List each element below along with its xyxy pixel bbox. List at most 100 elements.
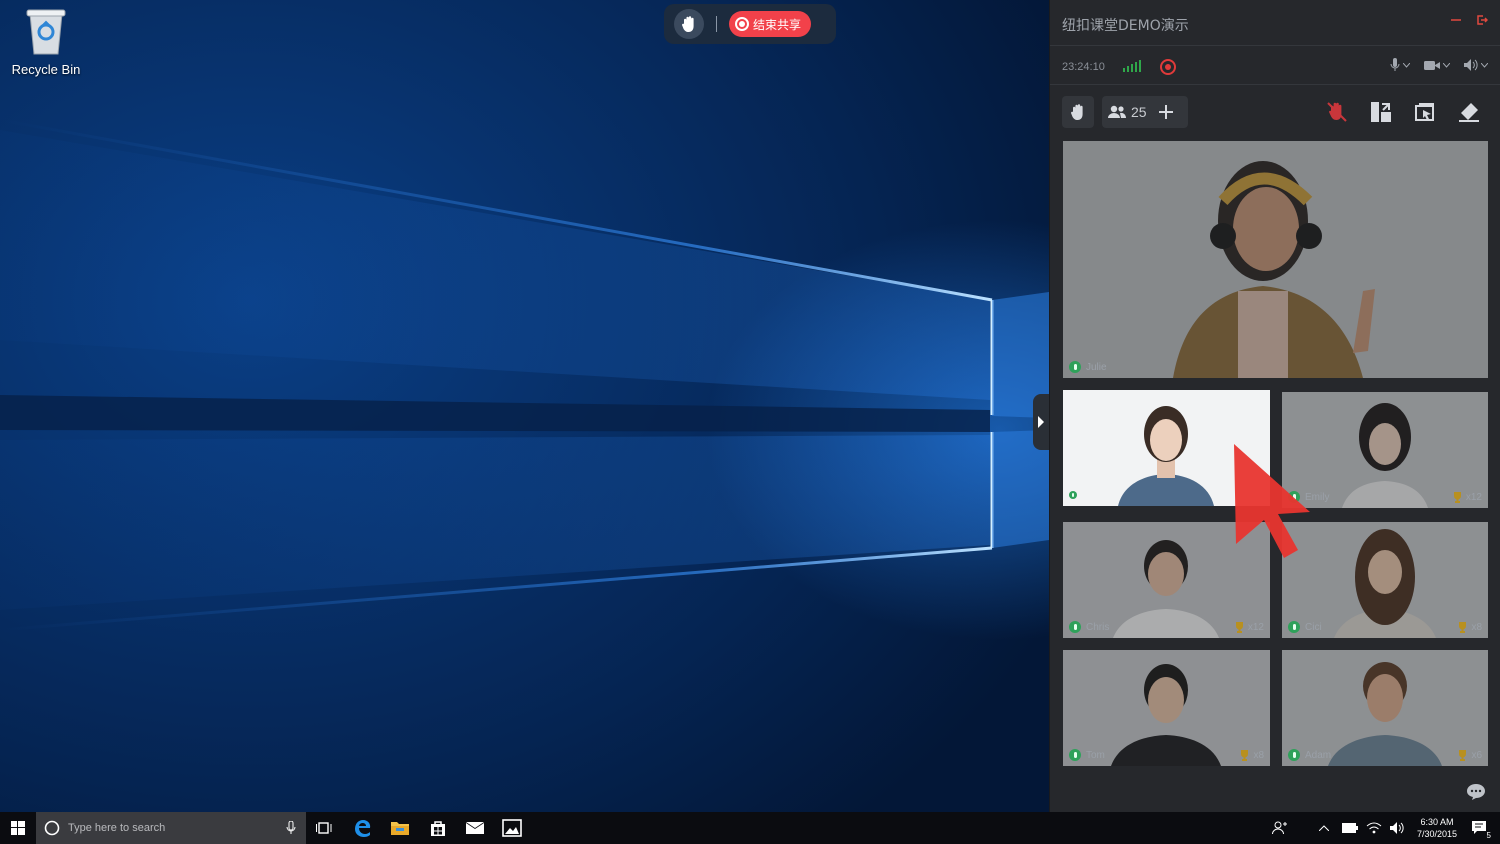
participant-name: Julie bbox=[1086, 361, 1107, 373]
microphone-icon[interactable] bbox=[286, 821, 296, 835]
recording-indicator-icon[interactable] bbox=[1160, 59, 1176, 75]
hand-icon bbox=[681, 16, 694, 32]
show-hidden-icons-button[interactable] bbox=[1314, 818, 1334, 838]
speaker-icon bbox=[1464, 59, 1478, 71]
trophy-count: x12 bbox=[1234, 621, 1264, 633]
microphone-on-icon bbox=[1069, 621, 1081, 633]
media-controls bbox=[1390, 58, 1488, 72]
microphone-dropdown[interactable] bbox=[1390, 58, 1410, 72]
end-share-button[interactable]: 结束共享 bbox=[729, 11, 812, 37]
microphone-on-icon bbox=[1288, 749, 1300, 761]
chevron-down-icon bbox=[1481, 62, 1488, 68]
video-tile-participant[interactable]: Tom x8 bbox=[1063, 650, 1270, 766]
participant-name: Adam bbox=[1305, 749, 1332, 761]
action-center-button[interactable]: 5 bbox=[1470, 818, 1492, 840]
trophy-value: x6 bbox=[1471, 749, 1482, 761]
mail-icon bbox=[466, 822, 484, 834]
clear-board-button[interactable] bbox=[1456, 99, 1482, 125]
clock-date: 7/30/2015 bbox=[1416, 829, 1458, 839]
screen-share-icon bbox=[1415, 103, 1434, 121]
participant-name: Chris bbox=[1086, 621, 1110, 633]
microphone-icon bbox=[1390, 58, 1400, 71]
edge-browser-button[interactable] bbox=[352, 818, 372, 838]
raise-hand-button[interactable] bbox=[674, 9, 704, 39]
tile-status-bar: Tom x8 bbox=[1063, 744, 1270, 766]
participant-name: Tom bbox=[1086, 749, 1105, 761]
cortana-icon bbox=[44, 820, 60, 836]
window-controls bbox=[1450, 14, 1488, 26]
end-share-label: 结束共享 bbox=[753, 17, 802, 32]
search-placeholder: Type here to search bbox=[68, 822, 166, 834]
hand-icon bbox=[1070, 104, 1083, 120]
microphone-on-icon bbox=[1069, 361, 1081, 373]
trophy-icon bbox=[1453, 491, 1461, 503]
network-button[interactable] bbox=[1364, 818, 1384, 838]
edge-icon bbox=[355, 820, 371, 837]
participants-button[interactable]: 25 bbox=[1108, 104, 1147, 120]
tile-status-bar: Adam x6 bbox=[1282, 744, 1488, 766]
trophy-value: x8 bbox=[1253, 749, 1264, 761]
divider bbox=[1050, 84, 1500, 85]
record-icon bbox=[735, 17, 749, 31]
tile-status-bar: Julie bbox=[1063, 356, 1488, 378]
task-view-icon bbox=[316, 822, 332, 834]
start-button[interactable] bbox=[0, 812, 36, 844]
notification-badge: 5 bbox=[1485, 831, 1492, 840]
recycle-bin-shortcut[interactable]: Recycle Bin bbox=[6, 6, 86, 77]
task-view-button[interactable] bbox=[314, 818, 334, 838]
eraser-icon bbox=[1459, 103, 1479, 122]
hands-up-button[interactable] bbox=[1062, 96, 1094, 128]
battery-button[interactable] bbox=[1340, 818, 1360, 838]
screen-share-toolbar: 结束共享 bbox=[664, 4, 836, 44]
file-explorer-button[interactable] bbox=[390, 818, 410, 838]
chevron-down-icon bbox=[1403, 62, 1410, 68]
divider bbox=[1050, 45, 1500, 46]
exit-icon[interactable] bbox=[1476, 14, 1488, 26]
participant-count: 25 bbox=[1131, 104, 1147, 120]
photos-button[interactable] bbox=[502, 818, 522, 838]
class-timer: 23:24:10 bbox=[1062, 61, 1105, 73]
clock-time: 6:30 AM bbox=[1420, 817, 1454, 827]
layout-switch-button[interactable] bbox=[1368, 99, 1394, 125]
tile-status-bar: Chris x12 bbox=[1063, 616, 1270, 638]
speaker-dropdown[interactable] bbox=[1464, 58, 1488, 72]
trophy-icon bbox=[1459, 621, 1467, 633]
add-participant-button[interactable] bbox=[1158, 105, 1173, 119]
signal-strength-icon bbox=[1123, 60, 1141, 72]
pointer-cursor-icon bbox=[1234, 444, 1310, 558]
photos-icon bbox=[502, 819, 522, 837]
people-button[interactable] bbox=[1270, 818, 1290, 838]
store-icon bbox=[431, 821, 445, 836]
system-clock[interactable]: 6:30 AM 7/30/2015 bbox=[1408, 816, 1466, 840]
video-tile-teacher[interactable]: Julie bbox=[1063, 141, 1488, 378]
volume-button[interactable] bbox=[1388, 818, 1408, 838]
participants-add-group: 25 bbox=[1102, 96, 1188, 128]
taskbar-search-box[interactable]: Type here to search bbox=[36, 812, 306, 844]
trophy-icon bbox=[1235, 621, 1243, 633]
camera-dropdown[interactable] bbox=[1424, 58, 1450, 72]
mail-button[interactable] bbox=[465, 818, 485, 838]
tile-overlay bbox=[1063, 141, 1488, 378]
participant-name: Emily bbox=[1305, 491, 1330, 503]
trophy-value: x8 bbox=[1471, 621, 1482, 633]
collapse-panel-button[interactable] bbox=[1033, 394, 1049, 450]
windows-logo-icon bbox=[11, 821, 25, 835]
minimize-icon[interactable] bbox=[1450, 14, 1462, 26]
trophy-count: x12 bbox=[1452, 491, 1482, 503]
store-button[interactable] bbox=[428, 818, 448, 838]
trophy-icon bbox=[1241, 749, 1249, 761]
camera-icon bbox=[1424, 60, 1440, 70]
users-icon bbox=[1108, 105, 1126, 118]
mute-all-button[interactable] bbox=[1324, 99, 1350, 125]
screen-share-button[interactable] bbox=[1412, 99, 1438, 125]
microphone-on-icon bbox=[1069, 749, 1081, 761]
recycle-bin-label: Recycle Bin bbox=[11, 62, 81, 77]
taskbar: Type here to search 6:30 AM 7/30/2015 5 bbox=[0, 812, 1500, 844]
chevron-down-icon bbox=[1443, 62, 1450, 68]
chat-button[interactable] bbox=[1466, 783, 1486, 806]
video-tile-participant[interactable]: Adam x6 bbox=[1282, 650, 1488, 766]
folder-icon bbox=[391, 822, 409, 835]
toolbar-separator bbox=[716, 16, 717, 32]
recycle-bin-icon bbox=[24, 6, 68, 56]
trophy-count: x6 bbox=[1457, 749, 1482, 761]
